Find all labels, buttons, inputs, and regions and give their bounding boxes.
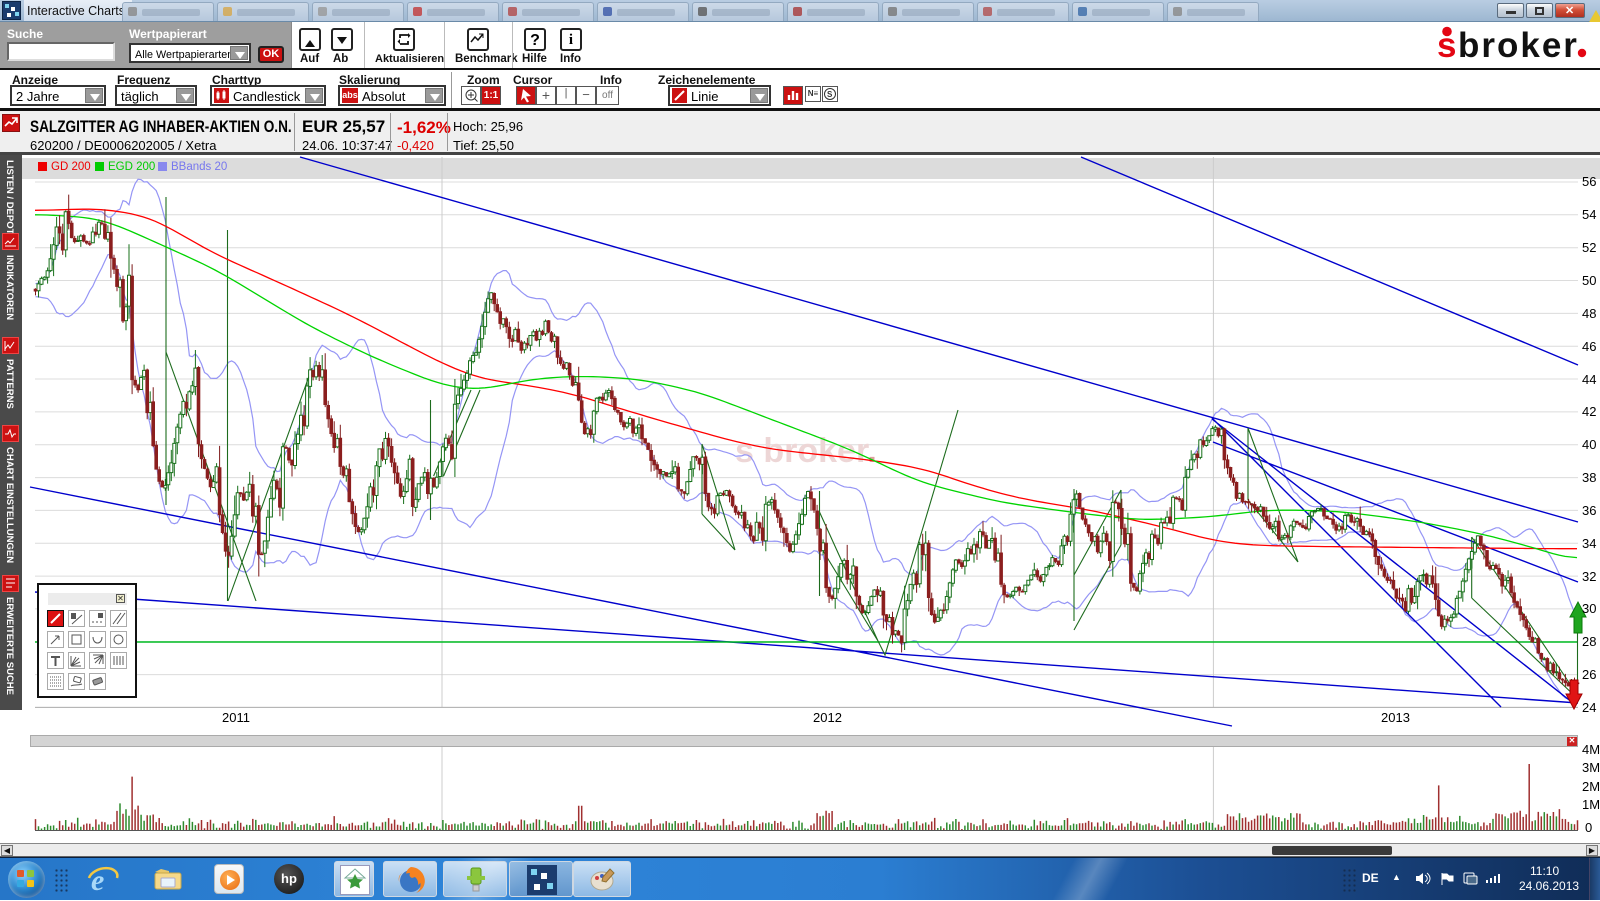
svg-text:54: 54: [1582, 207, 1596, 222]
svg-text:46: 46: [1582, 339, 1596, 354]
svg-text:56: 56: [1582, 174, 1596, 189]
svg-text:26: 26: [1582, 667, 1596, 682]
svg-text:s broker.: s broker.: [735, 432, 877, 470]
svg-text:0: 0: [1585, 820, 1592, 835]
svg-text:40: 40: [1582, 437, 1596, 452]
svg-text:24: 24: [1582, 700, 1596, 715]
svg-text:2011: 2011: [222, 710, 250, 725]
svg-text:48: 48: [1582, 306, 1596, 321]
svg-text:50: 50: [1582, 273, 1596, 288]
svg-text:52: 52: [1582, 240, 1596, 255]
svg-text:4M: 4M: [1582, 742, 1600, 757]
svg-text:1M: 1M: [1582, 797, 1600, 812]
svg-text:42: 42: [1582, 404, 1596, 419]
svg-text:30: 30: [1582, 601, 1596, 616]
svg-text:2013: 2013: [1381, 710, 1410, 725]
svg-text:32: 32: [1582, 569, 1596, 584]
svg-text:2M: 2M: [1582, 779, 1600, 794]
svg-text:28: 28: [1582, 634, 1596, 649]
svg-text:2012: 2012: [813, 710, 842, 725]
svg-text:36: 36: [1582, 503, 1596, 518]
svg-text:44: 44: [1582, 372, 1596, 387]
svg-text:38: 38: [1582, 470, 1596, 485]
svg-text:34: 34: [1582, 536, 1596, 551]
svg-text:3M: 3M: [1582, 760, 1600, 775]
